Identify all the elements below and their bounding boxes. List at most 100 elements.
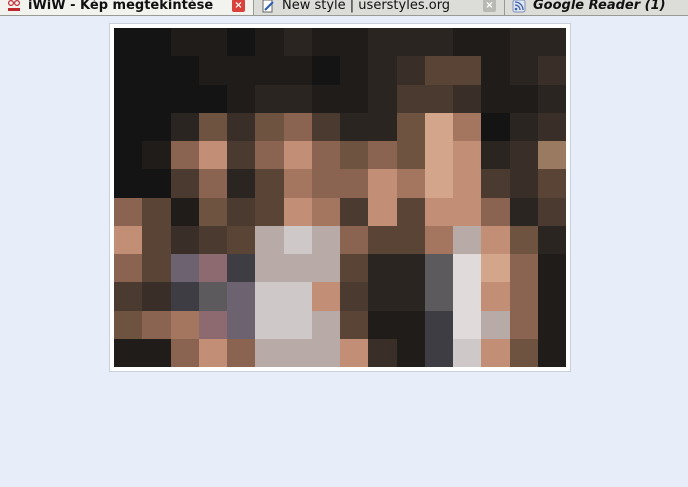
photo-pixel xyxy=(198,28,227,57)
photo-pixel xyxy=(453,310,482,339)
photo-pixel xyxy=(509,169,538,198)
photo-pixel xyxy=(424,197,453,226)
photo-pixel xyxy=(453,84,482,113)
photo-pixel xyxy=(340,112,369,141)
photo-pixel xyxy=(453,141,482,170)
photo-pixel xyxy=(340,338,369,367)
photo-pixel xyxy=(453,28,482,57)
photo-pixel xyxy=(114,197,143,226)
tab-iwiw[interactable]: iWiW - Kép megtekintése × xyxy=(0,0,254,15)
photo-pixel xyxy=(509,282,538,311)
close-tab-icon[interactable]: × xyxy=(232,0,245,12)
photo-pixel xyxy=(481,112,510,141)
tab-userstyles[interactable]: New style | userstyles.org × xyxy=(254,0,505,15)
photo-pixel xyxy=(114,141,143,170)
tab-label: New style | userstyles.org xyxy=(282,0,451,13)
photo-pixel xyxy=(509,112,538,141)
photo-pixel xyxy=(227,84,256,113)
photo-pixel xyxy=(142,169,171,198)
photo-pixel xyxy=(340,28,369,57)
photo-pixel xyxy=(424,225,453,254)
photo-pixel xyxy=(509,28,538,57)
photo-pixel xyxy=(424,56,453,85)
photo-pixel xyxy=(537,56,566,85)
photo-pixel xyxy=(368,197,397,226)
photo-pixel xyxy=(170,310,199,339)
photo-pixel xyxy=(170,141,199,170)
photo-pixel xyxy=(283,28,312,57)
photo-pixel xyxy=(255,112,284,141)
photo-pixel xyxy=(424,28,453,57)
photo-pixel xyxy=(283,310,312,339)
photo-pixel xyxy=(396,225,425,254)
photo-pixel xyxy=(198,282,227,311)
photo-pixel xyxy=(340,282,369,311)
photo-pixel xyxy=(255,197,284,226)
photo-pixel xyxy=(453,225,482,254)
photo-pixel xyxy=(368,112,397,141)
photo-pixel xyxy=(170,28,199,57)
photo-pixel xyxy=(311,169,340,198)
photo-pixel xyxy=(142,254,171,283)
photo-pixel xyxy=(481,197,510,226)
photo-pixel xyxy=(481,169,510,198)
photo-pixel xyxy=(396,56,425,85)
photo-pixel xyxy=(170,282,199,311)
photo-pixel xyxy=(424,84,453,113)
photo-pixel xyxy=(396,84,425,113)
tab-label: iWiW - Kép megtekintése xyxy=(28,0,214,13)
photo-pixel xyxy=(198,197,227,226)
photo-pixel xyxy=(198,141,227,170)
photo-pixel xyxy=(283,169,312,198)
photo-pixel xyxy=(198,84,227,113)
photo-pixel xyxy=(227,112,256,141)
photo-pixel xyxy=(170,112,199,141)
photo-pixel xyxy=(481,84,510,113)
photo-pixel xyxy=(283,112,312,141)
photo-pixel xyxy=(424,338,453,367)
photo-pixel xyxy=(509,338,538,367)
close-tab-icon[interactable]: × xyxy=(483,0,496,12)
photo-pixel xyxy=(481,56,510,85)
photo-pixel xyxy=(170,84,199,113)
photo-pixel xyxy=(114,56,143,85)
photo-pixel xyxy=(396,141,425,170)
photo-pixel xyxy=(311,310,340,339)
photo-pixel xyxy=(170,338,199,367)
photo-pixel xyxy=(340,254,369,283)
photo-pixel xyxy=(509,197,538,226)
rss-feed-icon xyxy=(511,0,527,13)
photo-pixel xyxy=(227,282,256,311)
photo-pixel xyxy=(114,169,143,198)
photo-pixel xyxy=(424,141,453,170)
photo-pixel xyxy=(368,169,397,198)
photo-pixel xyxy=(396,338,425,367)
photo-pixel xyxy=(114,28,143,57)
photo-pixel xyxy=(424,282,453,311)
photo-pixel xyxy=(537,310,566,339)
photo-pixel xyxy=(340,84,369,113)
photo-pixel xyxy=(255,282,284,311)
tab-google-reader[interactable]: Google Reader (1) xyxy=(505,0,688,15)
photo-pixel xyxy=(481,310,510,339)
photo-pixel xyxy=(396,28,425,57)
photo-pixel xyxy=(170,56,199,85)
photo-pixel xyxy=(509,225,538,254)
photo-pixel xyxy=(340,169,369,198)
photo-pixel xyxy=(114,254,143,283)
photo-pixel xyxy=(537,28,566,57)
tab-label: Google Reader (1) xyxy=(533,0,666,13)
photo-pixel xyxy=(368,141,397,170)
photo-pixel xyxy=(283,197,312,226)
photo-pixel xyxy=(453,169,482,198)
photo-pixel xyxy=(396,310,425,339)
photo-pixel xyxy=(396,112,425,141)
photo-image[interactable] xyxy=(114,28,566,367)
photo-pixel xyxy=(170,197,199,226)
photo-pixel xyxy=(114,338,143,367)
photo-pixel xyxy=(424,169,453,198)
photo-pixel xyxy=(227,28,256,57)
photo-pixel xyxy=(198,338,227,367)
photo-pixel xyxy=(142,28,171,57)
photo-pixel xyxy=(198,310,227,339)
